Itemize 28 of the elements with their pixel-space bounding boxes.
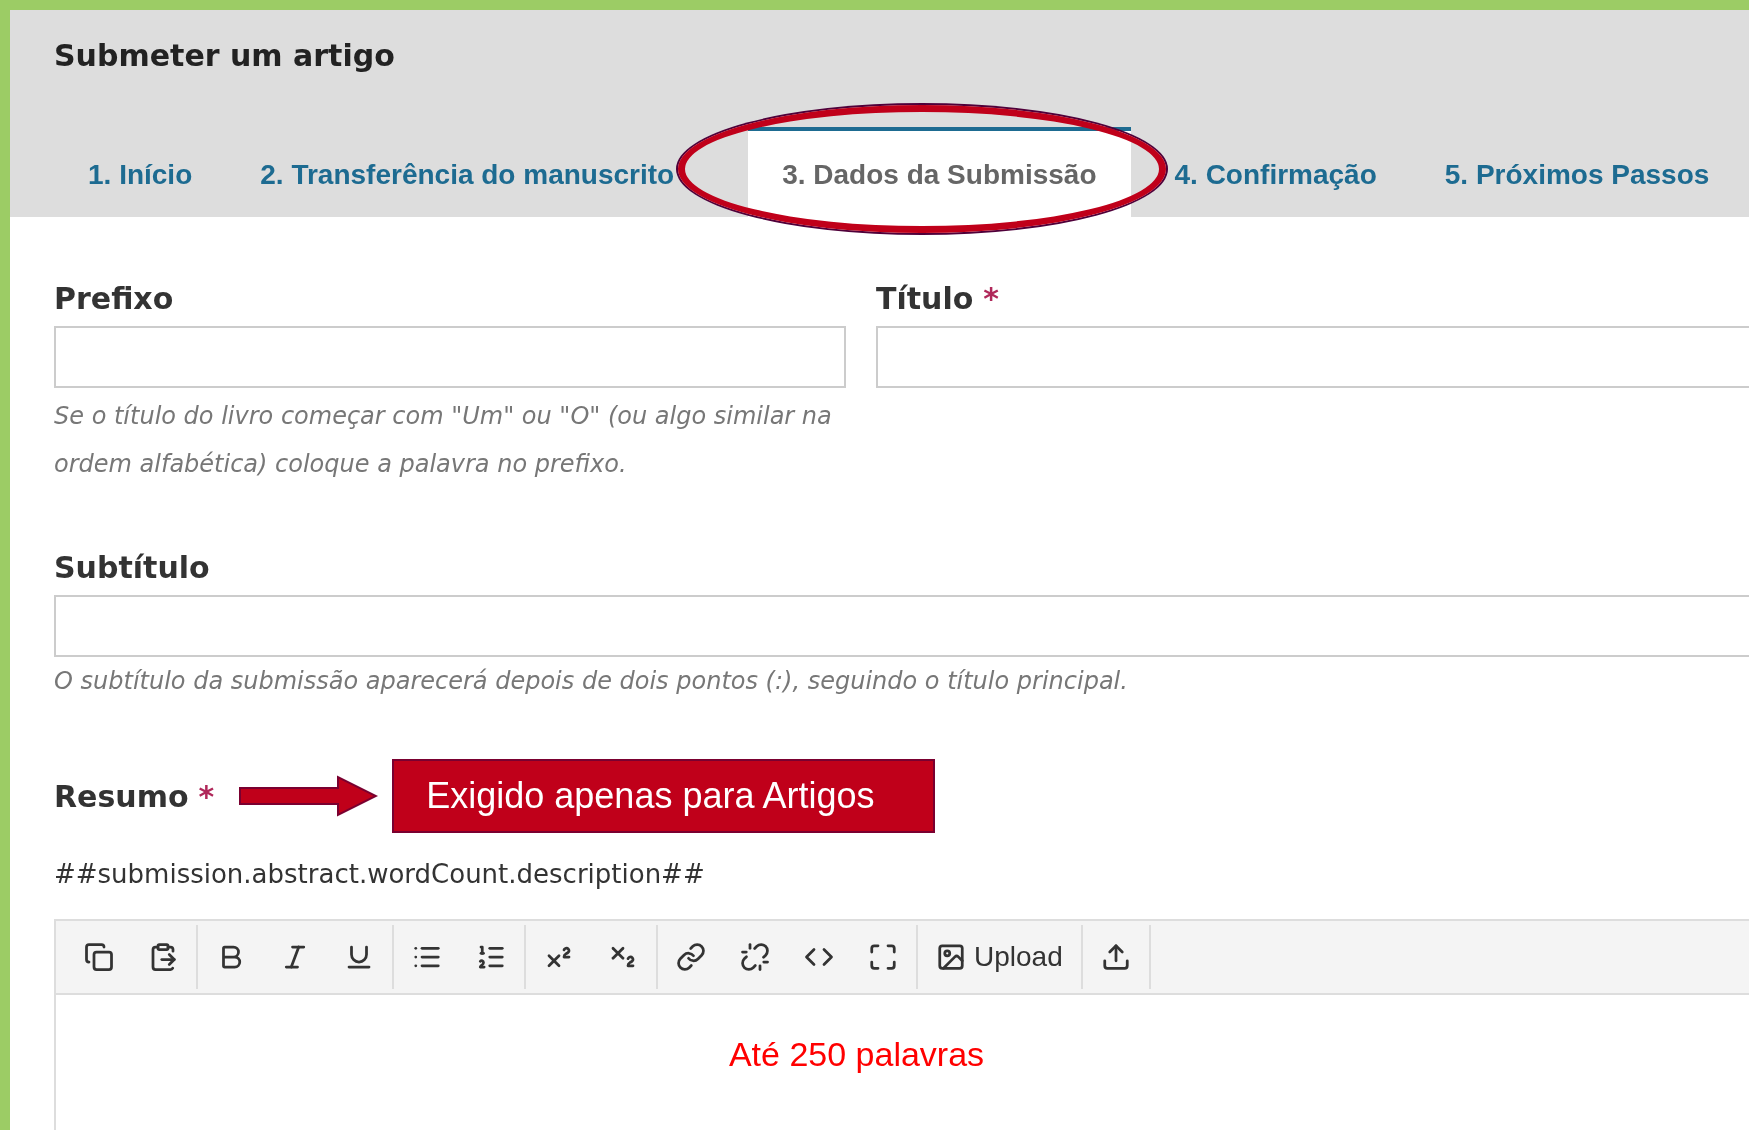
image-icon [936,942,966,972]
field-label: Título [876,281,974,316]
upload-button[interactable]: Upload [928,933,1071,981]
step-tab[interactable]: 3. Dados da Submissão [748,127,1131,217]
editor-note: Até 250 palavras [728,1035,985,1074]
fullscreen-icon [868,942,898,972]
field-label: Prefixo [54,281,174,316]
text-field[interactable] [876,326,1749,388]
text-field[interactable] [54,595,1749,657]
text-field[interactable] [54,326,846,388]
upload-icon [1100,942,1131,972]
link-icon [676,942,706,972]
step-tab[interactable]: 5. Próximos Passos [1410,127,1744,217]
step-tab[interactable]: 2. Transferência do manuscrito [226,127,709,217]
callout-note: Exigido apenas para Artigos [392,759,935,833]
required-mark: * [983,281,1000,316]
field-label: Subtítulo [54,550,210,585]
field-label: Resumo [54,778,189,814]
arrow-icon [238,774,379,818]
step-tab[interactable]: 4. Confirmação [1140,127,1411,217]
step-tab[interactable]: 1. Início [54,127,227,217]
description-text: ##submission.abstract.wordCount.description## [54,859,706,889]
copy-icon [84,942,114,972]
unlink-icon [740,942,770,972]
page-title: Submeter um artigo [54,38,396,73]
required-mark: * [198,778,215,814]
help-text: Se o título do livro começar com "Um" ou "O" (ou algo similar na ordem alfabética) coloque a palavra no prefixo. [54,401,833,480]
help-text: O subtítulo da submissão aparecerá depois de dois pontos (:), seguindo o título principal. [54,666,1129,697]
